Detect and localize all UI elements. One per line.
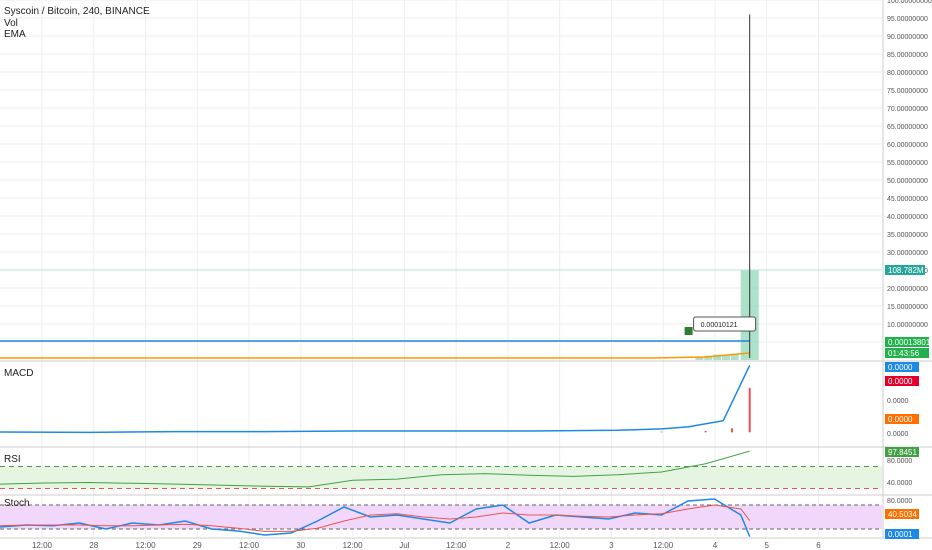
- time-tick-label: 12:00: [653, 541, 674, 550]
- time-tick-label: Jul: [399, 541, 409, 550]
- price-tick-label: 10.00000000: [887, 322, 928, 329]
- rsi-tick-label: 80.0000: [887, 458, 912, 465]
- macd-histogram-bar: [704, 430, 707, 433]
- price-tick-label: 35.00000000: [887, 232, 928, 239]
- macd-title: MACD: [4, 368, 33, 379]
- time-tick-label: 4: [713, 541, 718, 550]
- time-tick-label: 12:00: [446, 541, 467, 550]
- indicator-label: EMA: [4, 29, 26, 40]
- stoch-tag-label: 0.0001: [888, 530, 913, 539]
- price-tick-label: 30.00000000: [887, 250, 928, 257]
- flag-icon: [684, 327, 693, 335]
- macd-tick-label: 0.0000: [887, 431, 909, 438]
- macd-line: [0, 365, 751, 434]
- time-tick-label: 3: [609, 541, 614, 550]
- price-tick-label: 55.00000000: [887, 160, 928, 167]
- time-tick-label: 5: [764, 541, 769, 550]
- macd-histogram-bar: [660, 431, 663, 433]
- price-tick-label: 95.00000000: [887, 16, 928, 23]
- rsi-tag-label: 97.8451: [888, 448, 917, 457]
- macd-tag-label: 0.0000: [888, 363, 913, 372]
- rsi-band: [0, 466, 882, 489]
- price-tick-label: 100.00000000: [887, 0, 932, 5]
- price-tick-label: 85.00000000: [887, 52, 928, 59]
- time-tick-label: 12:00: [239, 541, 260, 550]
- price-tick-label: 20.00000000: [887, 286, 928, 293]
- ema-line: [0, 352, 750, 359]
- time-tick-label: 2: [506, 541, 511, 550]
- price-tick-label: 65.00000000: [887, 124, 928, 131]
- volume-tag-label: 108.782M: [888, 266, 924, 275]
- time-tick-label: 6: [816, 541, 821, 550]
- time-tick-label: 12:00: [550, 541, 571, 550]
- time-tick-label: 30: [296, 541, 305, 550]
- stoch-tag-label: 40.5034: [888, 510, 917, 519]
- price-tick-label: 80.00000000: [887, 70, 928, 77]
- time-tick-label: 12:00: [136, 541, 157, 550]
- time-tick-label: 12:00: [343, 541, 364, 550]
- stoch-title: Stoch: [4, 498, 30, 509]
- volume-bar: [721, 355, 730, 360]
- time-tick-label: 29: [193, 541, 202, 550]
- indicator-label: Vol: [4, 18, 18, 29]
- price-tick-label: 60.00000000: [887, 142, 928, 149]
- stoch-tick-label: 80.0000: [887, 498, 912, 505]
- macd-tick-label: 0.0000: [887, 398, 909, 405]
- macd-tag-label: 0.0000: [888, 377, 913, 386]
- price-tick-label: 45.00000000: [887, 196, 928, 203]
- price-tick-label: 40.00000000: [887, 214, 928, 221]
- chart-canvas: 100.00000000 95.00000000 90.00000000 85.000…: [0, 0, 932, 550]
- price-tag-label: 0.00013801: [888, 338, 931, 347]
- time-tick-label: 28: [89, 541, 98, 550]
- macd-histogram-bar: [731, 428, 734, 433]
- price-tick-label: 70.00000000: [887, 106, 928, 113]
- rsi-tick-label: 40.0000: [887, 480, 912, 487]
- price-tag-label: 01:43:56: [888, 349, 920, 358]
- price-tick-label: 75.00000000: [887, 88, 928, 95]
- price-tick-label: 90.00000000: [887, 34, 928, 41]
- time-tick-label: 12:00: [32, 541, 53, 550]
- macd-tag-label: 0.0000: [888, 415, 913, 424]
- price-tick-label: 15.00000000: [887, 304, 928, 311]
- macd-histogram-bar: [748, 387, 751, 433]
- rsi-title: RSI: [4, 454, 21, 465]
- chart-title: Syscoin / Bitcoin, 240, BINANCE: [4, 6, 150, 17]
- price-tick-label: 50.00000000: [887, 178, 928, 185]
- annotation-text: 0.00010121: [701, 322, 738, 329]
